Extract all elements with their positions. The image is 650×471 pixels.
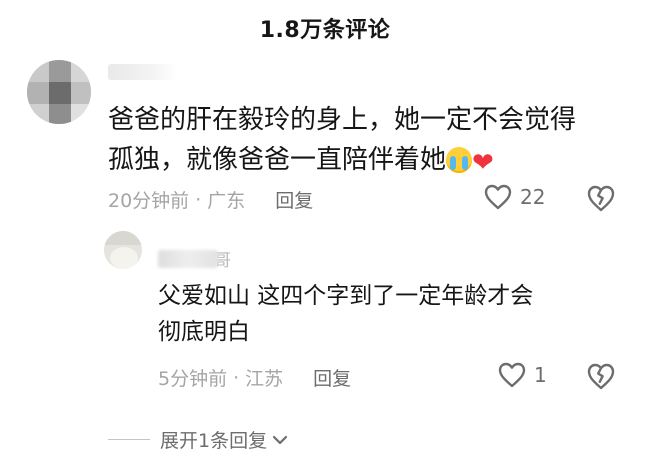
reply-like-button[interactable]: 1 — [498, 362, 547, 388]
meta-separator: · — [195, 188, 202, 211]
comment-text: 爸爸的肝在毅玲的身上，她一定不会觉得 孤独，就像爸爸一直陪伴着她 ❤ — [108, 100, 628, 180]
broken-heart-icon[interactable] — [586, 184, 616, 212]
broken-heart-icon[interactable] — [586, 362, 616, 390]
like-button[interactable]: 22 — [484, 184, 545, 210]
meta-separator: · — [233, 366, 240, 389]
expand-replies-button[interactable]: 展开1条回复 — [108, 426, 289, 453]
red-heart-emoji-icon: ❤ — [472, 148, 494, 178]
reply-meta: 5分钟前 · 江苏 回复 — [158, 364, 351, 391]
reply-location: 江苏 — [245, 368, 284, 390]
heart-outline-icon — [498, 362, 526, 388]
expand-replies-label: 展开1条回复 — [160, 430, 268, 452]
comment-location: 广东 — [207, 190, 246, 212]
reply-text-line-2: 彻底明白 — [158, 319, 250, 345]
reply-text-line-1: 父爱如山 这四个字到了一定年龄才会 — [158, 283, 534, 309]
comments-panel: 1.8万条评论 爸爸的肝在毅玲的身上，她一定不会觉得 孤独，就像爸爸一直陪伴着她… — [0, 0, 650, 471]
reply-text: 父爱如山 这四个字到了一定年龄才会 彻底明白 — [158, 278, 618, 350]
reply-time: 5分钟前 — [158, 368, 228, 390]
reply-avatar[interactable] — [104, 231, 142, 269]
reply-reply-button[interactable]: 回复 — [313, 364, 351, 391]
reply-username[interactable]: 哥 — [158, 246, 231, 271]
expand-divider-line — [108, 439, 150, 440]
comment-text-line-1: 爸爸的肝在毅玲的身上，她一定不会觉得 — [108, 105, 577, 135]
heart-outline-icon — [484, 184, 512, 210]
comment-text-line-2-content: 孤独，就像爸爸一直陪伴着她 — [108, 145, 447, 175]
username-blurred[interactable] — [108, 64, 178, 80]
reply-like-count: 1 — [534, 363, 547, 387]
comment-text-line-2: 孤独，就像爸爸一直陪伴着她 ❤ — [108, 140, 628, 180]
avatar[interactable] — [27, 60, 91, 124]
comments-count-title: 1.8万条评论 — [259, 18, 391, 43]
comment-time: 20分钟前 — [108, 190, 190, 212]
like-count: 22 — [520, 185, 546, 209]
reply-username-blurred — [158, 249, 218, 268]
comment-meta: 20分钟前 · 广东 回复 — [108, 186, 313, 213]
chevron-down-icon — [272, 435, 288, 444]
crying-face-emoji-icon — [446, 147, 473, 173]
reply-button[interactable]: 回复 — [275, 186, 313, 213]
